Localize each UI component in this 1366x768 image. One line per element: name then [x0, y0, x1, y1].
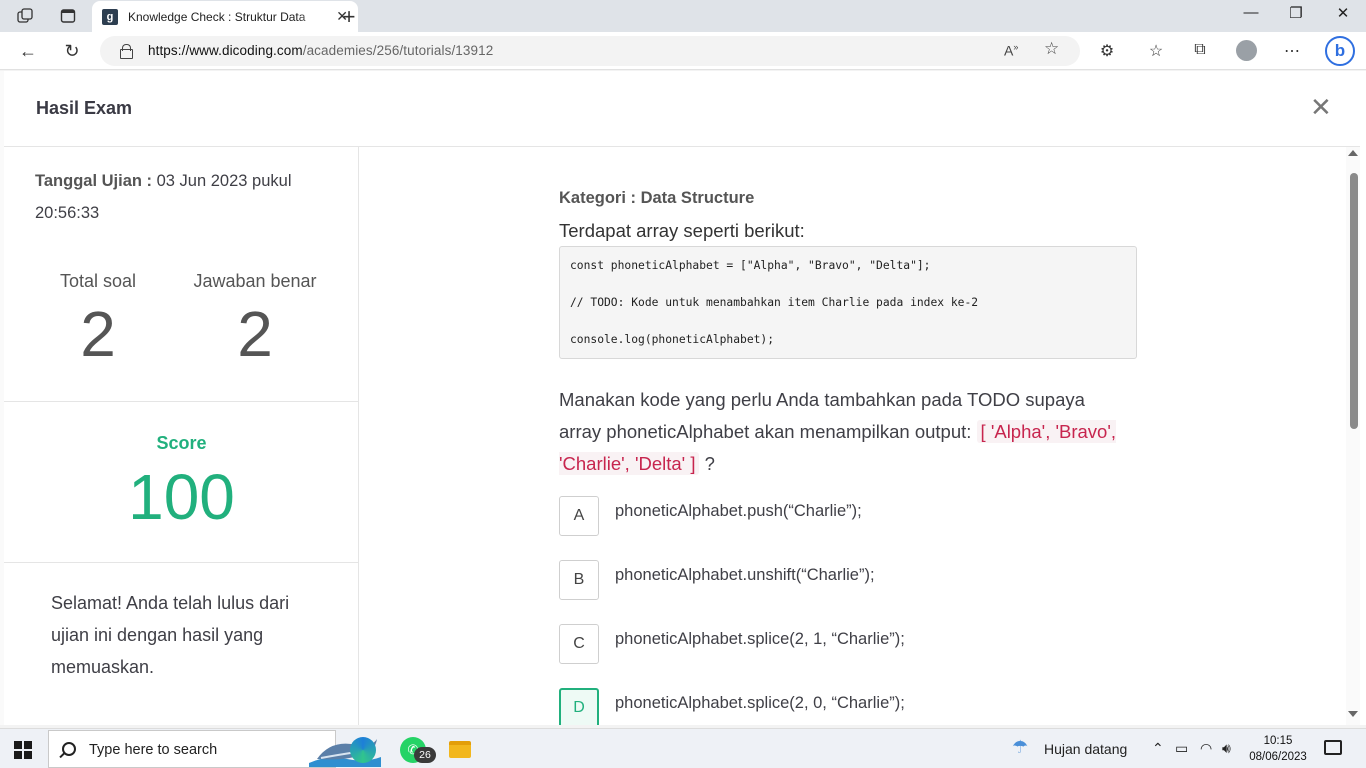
read-aloud-icon[interactable]: A» — [1004, 42, 1018, 59]
tab-title: Knowledge Check : Struktur Data — [128, 9, 306, 24]
show-hidden-icons-chevron-icon[interactable]: ⌃ — [1152, 740, 1164, 757]
volume-icon[interactable]: 🔊︎ — [1222, 740, 1231, 757]
score-value: 100 — [128, 461, 235, 533]
option-text: phoneticAlphabet.splice(2, 1, “Charlie”)… — [615, 630, 905, 648]
windows-taskbar: Type here to search ✆ 26 ☂ Hujan datang … — [0, 728, 1366, 768]
collections-icon[interactable]: ⧉ — [1189, 41, 1211, 59]
congrats-message: Selamat! Anda telah lulus dari ujian ini… — [51, 593, 290, 677]
result-summary-panel: Tanggal Ujian : 03 Jun 2023 pukul 20:56:… — [4, 147, 359, 725]
favorites-icon[interactable]: ☆ — [1145, 41, 1167, 61]
answer-option-a[interactable]: A phoneticAlphabet.push(“Charlie”); — [559, 496, 1159, 536]
option-letter[interactable]: A — [559, 496, 599, 536]
question-text: Manakan kode yang perlu Anda tambahkan p… — [559, 384, 1119, 480]
battery-icon[interactable]: ▭ — [1175, 740, 1188, 757]
workspaces-icon[interactable] — [14, 5, 36, 27]
total-questions-value: 2 — [80, 298, 116, 370]
edge-browser-icon[interactable] — [350, 737, 376, 763]
browser-toolbar: ← ↻ https://www.dicoding.com/academies/2… — [0, 32, 1366, 70]
clock-time: 10:15 — [1263, 735, 1293, 747]
wifi-icon[interactable]: ◠ — [1200, 740, 1212, 757]
divider — [4, 401, 359, 402]
modal-title: Hasil Exam — [36, 98, 133, 118]
scroll-up-arrow-icon[interactable] — [1348, 150, 1358, 156]
option-letter[interactable]: B — [559, 560, 599, 600]
minimize-icon[interactable]: — — [1228, 4, 1274, 21]
back-arrow-icon[interactable]: ← — [16, 40, 40, 62]
favorite-star-icon[interactable]: ☆ — [1044, 39, 1059, 59]
profile-avatar[interactable] — [1236, 40, 1257, 61]
url-text[interactable]: https://www.dicoding.com/academies/256/t… — [148, 43, 493, 58]
question-category: Kategori : Data Structure — [559, 189, 755, 207]
windows-start-icon[interactable] — [14, 741, 32, 759]
taskbar-clock[interactable]: 10:15 08/06/2023 — [1245, 733, 1311, 765]
extensions-icon[interactable]: ⚙ — [1096, 41, 1118, 61]
scroll-thumb[interactable] — [1350, 173, 1358, 429]
window-close-icon[interactable]: ✕ — [1320, 4, 1366, 22]
lock-icon — [120, 44, 133, 59]
file-explorer-icon[interactable] — [449, 741, 471, 758]
vertical-scrollbar[interactable] — [1346, 147, 1360, 725]
new-tab-plus-icon[interactable]: + — [338, 4, 360, 30]
code-block: const phoneticAlphabet = ["Alpha", "Brav… — [559, 246, 1137, 359]
exam-date-label: Tanggal Ujian : — [35, 172, 153, 190]
dicoding-favicon-icon: g — [102, 8, 118, 25]
tab-actions-icon[interactable] — [57, 5, 79, 27]
taskbar-search[interactable]: Type here to search — [48, 730, 381, 768]
question-text-after: ? — [699, 453, 715, 474]
refresh-icon[interactable]: ↻ — [60, 40, 84, 62]
modal-close-icon[interactable]: ✕ — [1310, 94, 1332, 120]
answer-option-d-correct[interactable]: D phoneticAlphabet.splice(2, 0, “Charlie… — [559, 688, 1159, 725]
question-panel: Kategori : Data Structure Terdapat array… — [360, 147, 1346, 725]
option-text: phoneticAlphabet.splice(2, 0, “Charlie”)… — [615, 694, 905, 712]
clock-date: 08/06/2023 — [1249, 751, 1307, 763]
page-content: Hasil Exam ✕ Tanggal Ujian : 03 Jun 2023… — [0, 71, 1366, 725]
score-label: Score — [156, 433, 207, 453]
scroll-down-arrow-icon[interactable] — [1348, 711, 1358, 717]
code-line: console.log(phoneticAlphabet); — [570, 333, 775, 346]
option-letter-correct[interactable]: D — [559, 688, 599, 725]
tab-active[interactable]: g Knowledge Check : Struktur Data ✕ — [92, 1, 358, 32]
restore-icon[interactable]: ❐ — [1273, 4, 1319, 22]
divider — [4, 562, 359, 563]
search-placeholder: Type here to search — [89, 742, 218, 758]
browser-tab-bar: g Knowledge Check : Struktur Data ✕ + — … — [0, 0, 1366, 32]
notifications-icon[interactable] — [1324, 740, 1342, 755]
option-text: phoneticAlphabet.push(“Charlie”); — [615, 502, 862, 520]
total-questions-label: Total soal — [59, 271, 137, 291]
question-intro: Terdapat array seperti berikut: — [559, 220, 805, 241]
answer-option-c[interactable]: C phoneticAlphabet.splice(2, 1, “Charlie… — [559, 624, 1159, 664]
modal-header: Hasil Exam ✕ — [4, 71, 1360, 147]
address-bar[interactable]: https://www.dicoding.com/academies/256/t… — [100, 36, 1080, 66]
more-menu-icon[interactable]: ⋯ — [1281, 41, 1303, 61]
option-text: phoneticAlphabet.unshift(“Charlie”); — [615, 566, 875, 584]
bing-icon[interactable]: b — [1325, 36, 1355, 66]
whatsapp-unread-badge: 26 — [414, 747, 436, 763]
code-line: // TODO: Kode untuk menambahkan item Cha… — [570, 296, 979, 309]
option-letter[interactable]: C — [559, 624, 599, 664]
weather-text[interactable]: Hujan datang — [1044, 741, 1127, 757]
answer-option-b[interactable]: B phoneticAlphabet.unshift(“Charlie”); — [559, 560, 1159, 600]
correct-answers-label: Jawaban benar — [193, 271, 317, 291]
search-icon — [62, 742, 76, 756]
correct-answers-value: 2 — [237, 298, 273, 370]
exam-date: Tanggal Ujian : 03 Jun 2023 pukul 20:56:… — [35, 165, 335, 229]
code-line: const phoneticAlphabet = ["Alpha", "Brav… — [570, 259, 931, 272]
weather-rain-icon[interactable]: ☂ — [1012, 737, 1028, 758]
